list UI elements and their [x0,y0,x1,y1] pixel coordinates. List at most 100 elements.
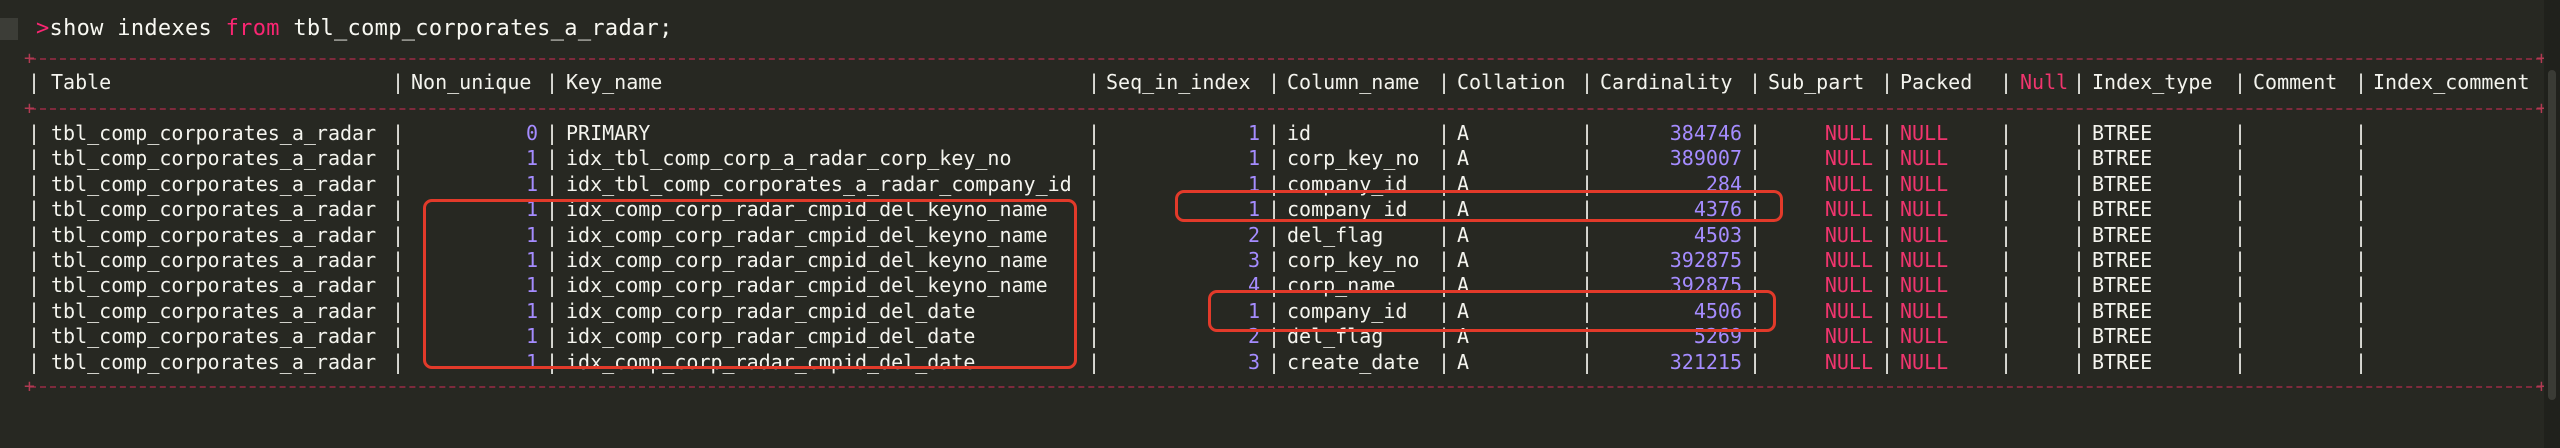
column-separator: | [546,146,559,170]
column-separator: | [2234,121,2247,145]
cell-index-type: BTREE [2092,324,2153,348]
cell-column-name: del_flag [1287,223,1384,247]
cell-table: tbl_comp_corporates_a_radar [51,273,377,297]
column-separator: | [392,223,405,247]
column-separator: | [2073,121,2086,145]
cell-non-unique: 1 [525,146,538,170]
cell-table: tbl_comp_corporates_a_radar [51,223,377,247]
column-separator: | [392,146,405,170]
column-separator: | [1268,248,1281,272]
table-row: | | | | | | | | | | | | | tbl_comp_corporates_a_radar… [0,120,2544,146]
table-border-top: + + [24,49,2547,69]
header-null: Null [2020,70,2069,94]
cell-table: tbl_comp_corporates_a_radar [51,172,377,196]
cell-collation: A [1457,350,1470,374]
cell-packed: NULL [1900,197,1949,221]
column-separator: | [1881,273,1894,297]
rule-corner-plus: + [24,48,35,69]
column-separator: | [1438,223,1451,247]
column-separator: | [28,273,41,297]
column-separator: | [2234,273,2247,297]
column-separator: | [2355,248,2368,272]
cell-seq-in-index: 3 [1247,248,1260,272]
column-separator: | [2073,172,2086,196]
column-separator: | [2234,324,2247,348]
column-separator: | [1581,248,1594,272]
highlight-box-seq1-company-id-row1 [1175,190,1783,222]
column-separator: | [1749,350,1762,374]
cell-key-name: idx_tbl_comp_corporates_a_radar_company_… [566,172,1072,196]
column-separator: | [1581,121,1594,145]
cell-collation: A [1457,121,1470,145]
cell-packed: NULL [1900,172,1949,196]
column-separator: | [2073,273,2086,297]
column-separator: | [1438,70,1451,94]
cell-seq-in-index: 1 [1247,146,1260,170]
cell-index-type: BTREE [2092,273,2153,297]
cell-packed: NULL [1900,248,1949,272]
column-separator: | [28,121,41,145]
column-separator: | [2000,248,2013,272]
column-separator: | [1749,223,1762,247]
column-separator: | [1438,121,1451,145]
sql-query-line[interactable]: >show indexes from tbl_comp_corporates_a… [36,16,673,42]
column-separator: | [28,324,41,348]
vertical-scrollbar[interactable] [2544,0,2560,448]
cell-seq-in-index: 2 [1247,223,1260,247]
highlight-box-keyno-name-index [423,199,1077,369]
column-separator: | [1581,70,1594,94]
column-separator: | [546,70,559,94]
highlight-box-seq1-company-id-row2 [1208,290,1776,332]
editor-gutter-marker [0,18,18,40]
header-cardinality: Cardinality [1600,70,1733,94]
cell-index-type: BTREE [2092,172,2153,196]
column-separator: | [1749,70,1762,94]
cell-cardinality: 321215 [1669,350,1742,374]
cell-index-type: BTREE [2092,350,2153,374]
column-separator: | [1881,172,1894,196]
column-separator: | [2355,146,2368,170]
column-separator: | [2073,350,2086,374]
cell-index-type: BTREE [2092,248,2153,272]
column-separator: | [392,172,405,196]
table-border-bottom: + + [24,377,2547,397]
cell-cardinality: 4503 [1693,223,1742,247]
column-separator: | [2355,172,2368,196]
column-separator: | [2000,121,2013,145]
cell-sub-part: NULL [1824,299,1873,323]
column-separator: | [2000,324,2013,348]
cell-sub-part: NULL [1824,197,1873,221]
cell-column-name: create_date [1287,350,1420,374]
column-separator: | [2355,324,2368,348]
cell-sub-part: NULL [1824,273,1873,297]
cell-sub-part: NULL [1824,223,1873,247]
column-separator: | [2234,172,2247,196]
column-separator: | [2000,299,2013,323]
column-separator: | [1881,350,1894,374]
cell-packed: NULL [1900,299,1949,323]
column-separator: | [1268,350,1281,374]
column-separator: | [1881,324,1894,348]
cell-index-type: BTREE [2092,299,2153,323]
table-header-row: | | | | | | | | | | | | | Table Non_unique Key_name Seq_… [0,69,2544,95]
header-table: Table [51,70,112,94]
scrollbar-thumb[interactable] [2548,70,2556,400]
column-separator: | [1881,146,1894,170]
column-separator: | [1438,350,1451,374]
cell-collation: A [1457,223,1470,247]
cell-index-type: BTREE [2092,146,2153,170]
header-seq-in-index: Seq_in_index [1106,70,1251,94]
table-row: | | | | | | | | | | | | | tbl_comp_corporates_a_radar… [0,349,2544,375]
cell-table: tbl_comp_corporates_a_radar [51,248,377,272]
column-separator: | [392,324,405,348]
column-separator: | [2000,273,2013,297]
column-separator: | [28,146,41,170]
cell-packed: NULL [1900,273,1949,297]
cell-index-type: BTREE [2092,223,2153,247]
column-separator: | [2073,197,2086,221]
column-separator: | [2234,299,2247,323]
column-separator: | [2073,248,2086,272]
table-border-header: + + [24,99,2547,119]
cell-sub-part: NULL [1824,121,1873,145]
cell-table: tbl_comp_corporates_a_radar [51,146,377,170]
